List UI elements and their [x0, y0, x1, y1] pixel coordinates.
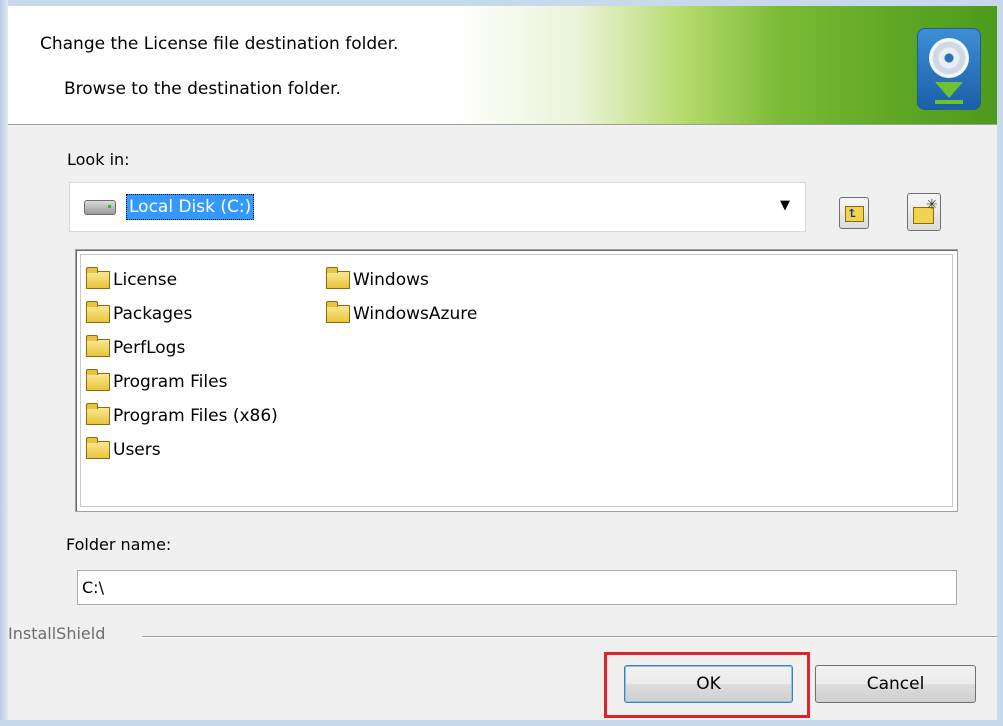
header-title: Change the License file destination fold…	[40, 34, 399, 54]
folder-label: License	[113, 270, 178, 290]
folder-item-users[interactable]: Users	[86, 433, 278, 467]
folder-item-windowsazure[interactable]: WindowsAzure	[326, 297, 477, 331]
folder-label: Program Files	[113, 372, 228, 392]
folder-item-perflogs[interactable]: PerfLogs	[86, 331, 278, 365]
folder-column-2: Windows WindowsAzure	[326, 263, 477, 331]
folder-column-1: License Packages PerfLogs Program Files …	[86, 263, 278, 467]
folder-label: PerfLogs	[113, 338, 186, 358]
header-subtitle: Browse to the destination folder.	[64, 79, 341, 99]
new-folder-button[interactable]: ✳	[907, 193, 941, 231]
folder-item-program-files-x86[interactable]: Program Files (x86)	[86, 399, 278, 433]
folder-icon	[86, 301, 110, 323]
folder-icon	[326, 267, 350, 289]
folder-icon	[86, 437, 110, 459]
dropdown-arrow-icon[interactable]: ▼	[780, 198, 790, 213]
folder-item-license[interactable]: License	[86, 263, 278, 297]
folder-icon	[86, 335, 110, 357]
sparkle-icon: ✳	[926, 197, 938, 213]
folder-icon	[86, 403, 110, 425]
look-in-label: Look in:	[67, 150, 130, 169]
folder-label: Packages	[113, 304, 193, 324]
cancel-button[interactable]: Cancel	[815, 665, 976, 703]
folder-item-program-files[interactable]: Program Files	[86, 365, 278, 399]
window-frame-right	[997, 0, 1003, 726]
disc-icon	[929, 38, 969, 78]
folder-icon	[86, 267, 110, 289]
branding-divider	[142, 636, 997, 637]
hard-drive-icon	[84, 200, 116, 215]
up-arrow-icon: ⮤	[849, 207, 856, 220]
folder-item-windows[interactable]: Windows	[326, 263, 477, 297]
installer-logo-icon	[917, 28, 981, 110]
look-in-selected-value: Local Disk (C:)	[126, 194, 255, 220]
folder-name-input[interactable]: C:\	[77, 570, 957, 605]
download-arrow-icon	[935, 82, 963, 98]
window-frame-left	[0, 0, 8, 726]
folder-icon	[326, 301, 350, 323]
folder-list[interactable]: License Packages PerfLogs Program Files …	[75, 249, 958, 512]
dialog-header: Change the License file destination fold…	[8, 6, 997, 125]
folder-label: Windows	[353, 270, 429, 290]
installshield-label: InstallShield	[8, 624, 106, 643]
folder-icon	[86, 369, 110, 391]
folder-label: Users	[113, 440, 161, 460]
folder-item-packages[interactable]: Packages	[86, 297, 278, 331]
look-in-dropdown[interactable]: Local Disk (C:) ▼	[69, 182, 806, 232]
ok-button[interactable]: OK	[624, 665, 793, 703]
window-frame-bottom	[0, 720, 1003, 726]
folder-name-label: Folder name:	[66, 535, 172, 554]
up-one-level-button[interactable]: ⮤	[839, 197, 869, 229]
folder-label: Program Files (x86)	[113, 406, 278, 426]
folder-label: WindowsAzure	[353, 304, 478, 324]
